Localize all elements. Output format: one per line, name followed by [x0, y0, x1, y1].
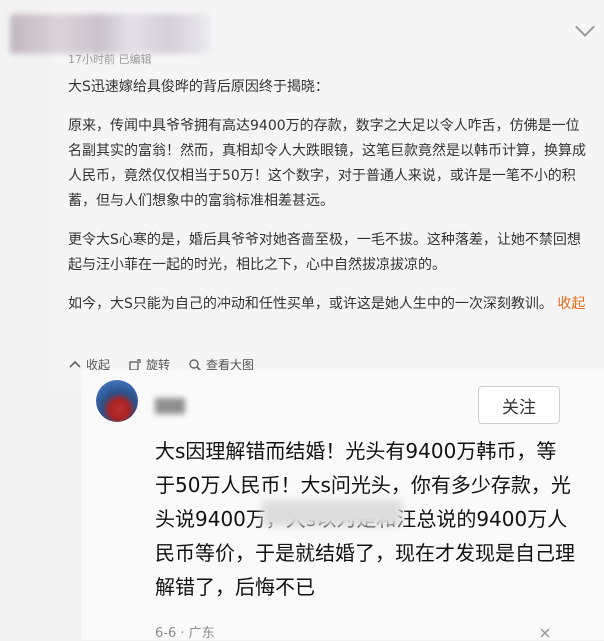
- commenter-name-blurred[interactable]: [155, 398, 185, 414]
- follow-button[interactable]: 关注: [478, 386, 560, 424]
- post-body: 大S迅速嫁给具俊晔的背后原因终于揭晓： 原来，传闻中具爷爷拥有高达9400万的存…: [68, 75, 586, 331]
- collapse-icon: [69, 360, 81, 368]
- post-paragraph: 更令大S心寒的是，婚后具爷爷对她吝啬至极，一毛不拔。这种落差，让她不禁回想起与汪…: [68, 232, 581, 273]
- commenter-avatar[interactable]: [96, 380, 138, 422]
- post-meta: 17小时前 已编辑: [68, 53, 152, 66]
- post-paragraph-text: 如今，大S只能为自己的冲动和任性买单，或许这是她人生中的一次深刻教训。: [68, 296, 553, 312]
- post-paragraph: 原来，传闻中具爷爷拥有高达9400万的存款，数字之大足以令人咋舌，仿佛是一位名副…: [68, 118, 586, 209]
- post-paragraph: 如今，大S只能为自己的冲动和任性买单，或许这是她人生中的一次深刻教训。 收起: [68, 292, 586, 317]
- blur-mask: [262, 500, 402, 526]
- more-icon[interactable]: [538, 626, 552, 640]
- comment-date: 6-6 · 广东: [155, 626, 215, 641]
- collapse-link[interactable]: 收起: [557, 296, 585, 312]
- post-paragraph: 大S迅速嫁给具俊晔的背后原因终于揭晓：: [68, 79, 329, 95]
- author-avatar-blurred[interactable]: [10, 14, 210, 54]
